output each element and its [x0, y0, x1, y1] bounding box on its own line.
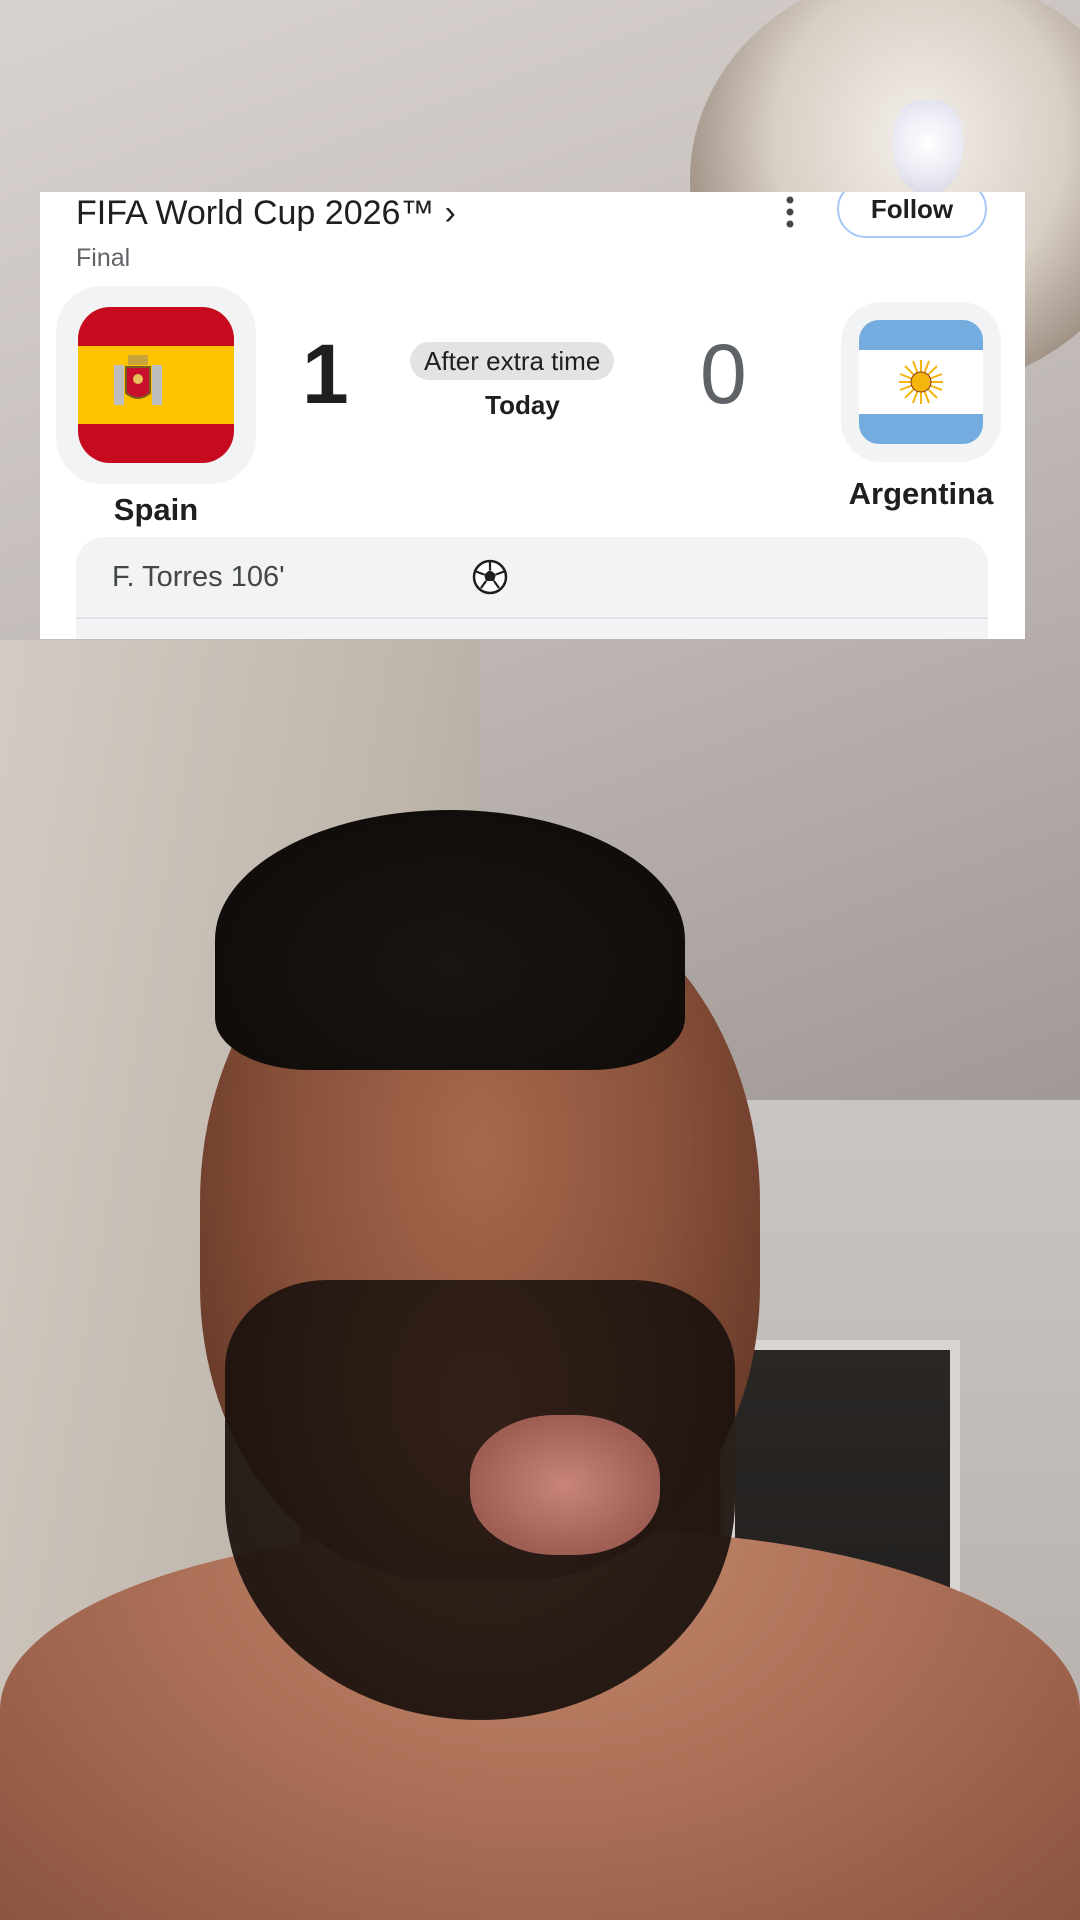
match-score-card: FIFA World Cup 2026™ › Final Follow Spai…	[40, 192, 1025, 639]
person-hair	[215, 810, 685, 1070]
home-score: 1	[302, 327, 349, 421]
light-bulb	[893, 100, 963, 195]
away-score: 0	[700, 327, 747, 421]
chevron-right-icon: ›	[444, 193, 456, 232]
away-team[interactable]: Argentina	[826, 302, 1016, 512]
soccer-ball-icon	[472, 559, 508, 595]
match-events-list: F. Torres 106'	[76, 537, 988, 639]
more-options-button[interactable]	[770, 192, 810, 232]
home-team-name: Spain	[113, 492, 199, 527]
home-team[interactable]: Spain	[56, 286, 256, 528]
home-flag-container	[56, 286, 256, 484]
goal-event-row[interactable]: F. Torres 106'	[76, 537, 988, 619]
competition-title: FIFA World Cup 2026™	[76, 193, 435, 232]
more-vertical-icon	[786, 196, 794, 228]
match-date: Today	[485, 390, 560, 420]
away-flag-container	[841, 302, 1001, 462]
competition-link[interactable]: FIFA World Cup 2026™ ›	[76, 192, 456, 234]
away-team-name: Argentina	[848, 476, 994, 511]
argentina-flag-icon	[859, 320, 983, 444]
person-mouth	[470, 1415, 660, 1555]
spain-flag-icon	[78, 307, 234, 463]
match-stage: Final	[76, 244, 131, 272]
follow-button[interactable]: Follow	[837, 192, 987, 238]
goal-scorer: F. Torres 106'	[112, 560, 285, 593]
match-status-badge: After extra time	[410, 342, 615, 380]
